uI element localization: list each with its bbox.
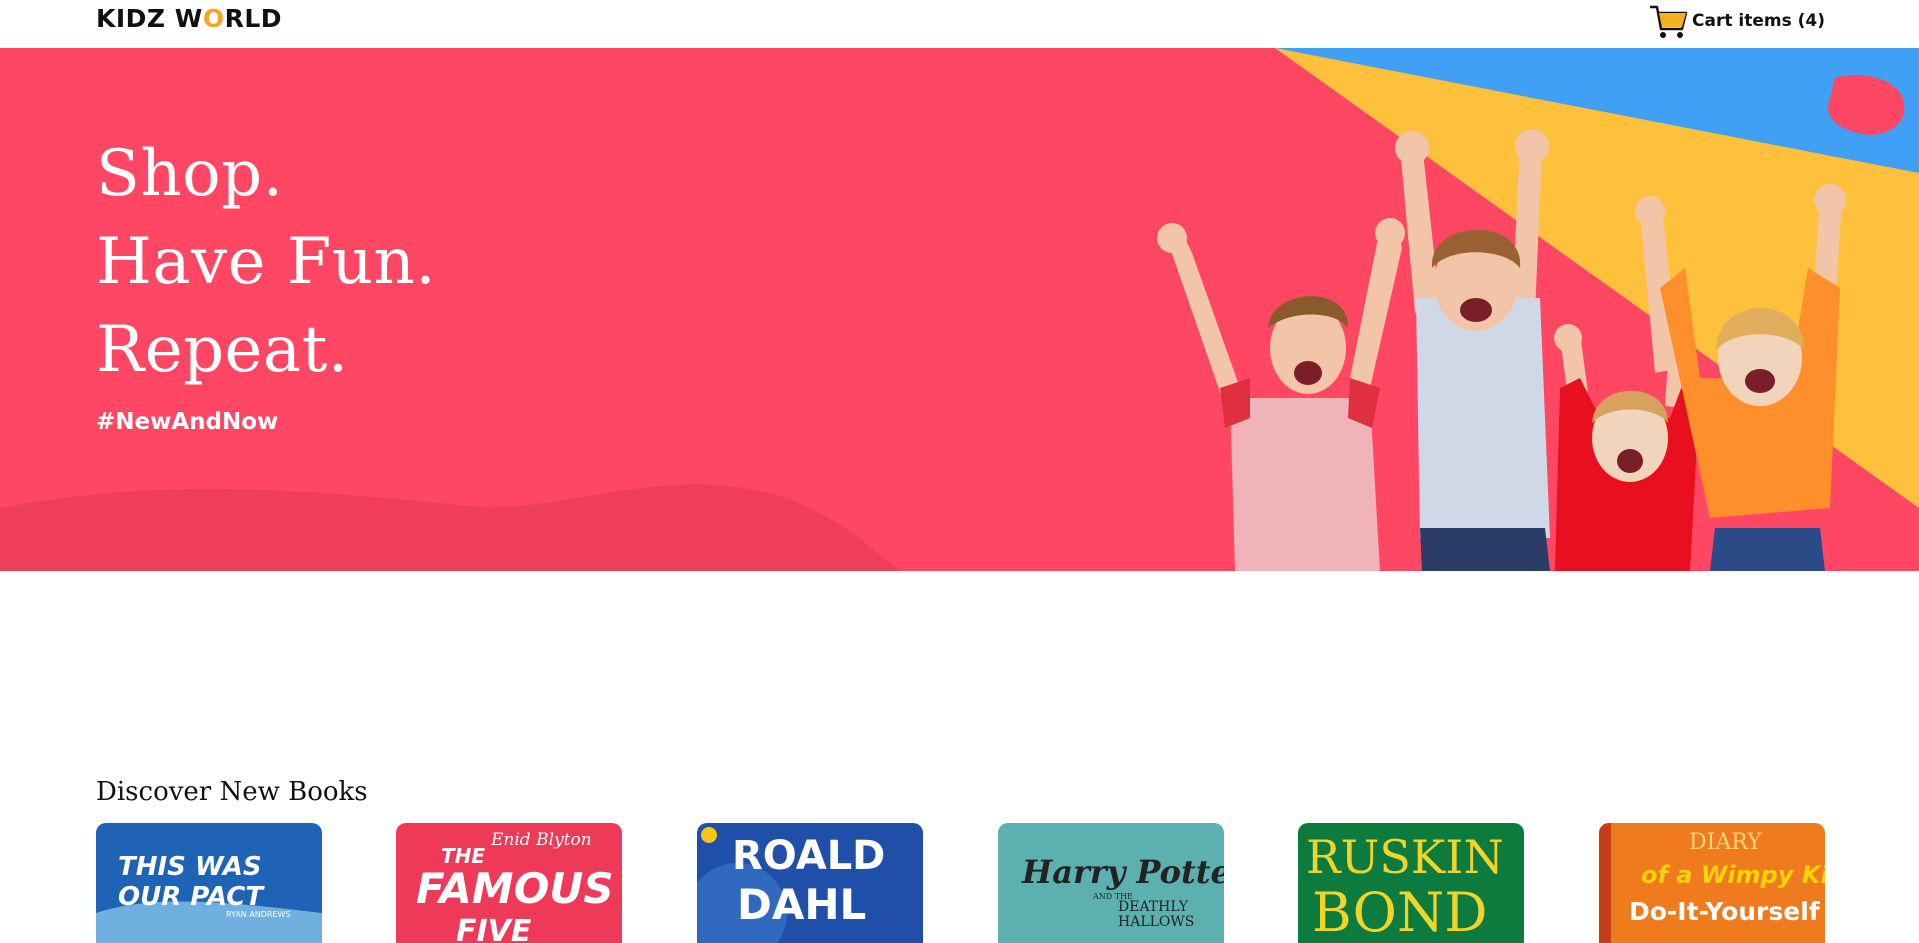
cart-label: Cart items (4): [1692, 11, 1825, 31]
headline-line-1: Shop.: [96, 137, 284, 211]
headline-line-3: Repeat.: [96, 313, 349, 387]
book-2-author: Enid Blyton: [490, 830, 592, 850]
book-1-author: RYAN ANDREWS: [226, 910, 291, 919]
books-row: THIS WAS OUR PACT RYAN ANDREWS Enid Blyt…: [96, 823, 1825, 943]
book-3-title-line-1: ROALD: [732, 833, 885, 879]
logo-text-left: KIDZ W: [96, 4, 203, 33]
book-2-title-line-3: FIVE: [456, 914, 532, 943]
cart-button[interactable]: Cart items (4): [1648, 2, 1825, 40]
book-card-famous-five[interactable]: Enid Blyton THE FAMOUS FIVE: [396, 823, 622, 943]
hero-hashtag: #NewAndNow: [96, 409, 279, 435]
logo-text-o: O: [202, 4, 225, 33]
book-cover-6: DIARY of a Wimpy Kid Do-It-Yourself: [1599, 823, 1825, 943]
book-cover-2: Enid Blyton THE FAMOUS FIVE: [396, 823, 622, 943]
hero-headline: Shop. Have Fun. Repeat.: [96, 130, 436, 394]
book-1-title-line-1: THIS WAS: [118, 852, 262, 882]
book-cover-4: Harry Potter AND THE DEATHLY HALLOWS: [998, 823, 1224, 943]
shopping-cart-icon: [1650, 5, 1688, 38]
book-card-roald-dahl[interactable]: ROALD DAHL: [697, 823, 923, 943]
book-6-title-line-2: of a Wimpy Kid: [1641, 861, 1825, 889]
book-cover-5: RUSKIN BOND: [1298, 823, 1524, 943]
section-title: Discover New Books: [96, 777, 368, 807]
site-header: KIDZ WORLD Cart items (4): [0, 0, 1919, 48]
book-card-harry-potter[interactable]: Harry Potter AND THE DEATHLY HALLOWS: [998, 823, 1224, 943]
book-3-title-line-2: DAHL: [737, 880, 866, 929]
book-card-this-was-our-pact[interactable]: THIS WAS OUR PACT RYAN ANDREWS: [96, 823, 322, 943]
book-card-diary-wimpy-kid[interactable]: DIARY of a Wimpy Kid Do-It-Yourself: [1599, 823, 1825, 943]
book-1-title-line-2: OUR PACT: [118, 882, 265, 912]
book-card-ruskin-bond[interactable]: RUSKIN BOND: [1298, 823, 1524, 943]
logo-text-right: RLD: [224, 4, 283, 33]
kid-pink-shirt: [1157, 218, 1405, 571]
book-cover-1: THIS WAS OUR PACT RYAN ANDREWS: [96, 823, 322, 943]
book-2-title-line-2: FAMOUS: [416, 864, 614, 913]
book-4-title-line-4: HALLOWS: [1118, 914, 1194, 930]
cheering-kids-image: [1157, 129, 1846, 571]
book-4-title-line-3: DEATHLY: [1118, 899, 1189, 915]
headline-line-2: Have Fun.: [96, 225, 437, 299]
book-4-title-line-1: Harry Potter: [1021, 853, 1224, 891]
book-6-title-line-3: Do-It-Yourself: [1629, 897, 1821, 926]
kid-blue-shirt: [1395, 129, 1550, 571]
book-6-title-line-1: DIARY: [1689, 830, 1762, 855]
hero-banner: Shop. Have Fun. Repeat. #NewAndNow: [0, 48, 1919, 571]
book-5-title-line-1: RUSKIN: [1306, 830, 1504, 884]
site-logo[interactable]: KIDZ WORLD: [96, 4, 282, 33]
book-cover-3: ROALD DAHL: [697, 823, 923, 943]
book-5-title-line-2: BOND: [1312, 881, 1488, 943]
